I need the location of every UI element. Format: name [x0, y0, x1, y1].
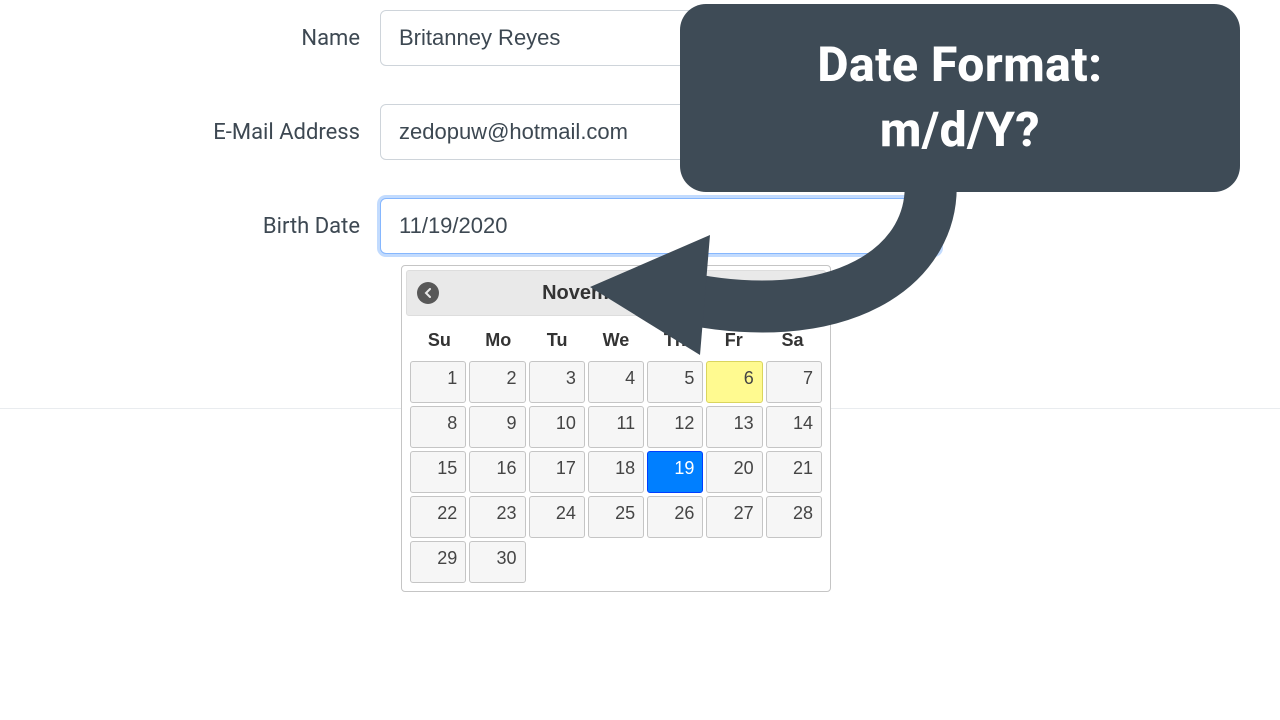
birth-date-input[interactable] — [380, 198, 940, 254]
datepicker-day[interactable]: 5 — [647, 361, 703, 403]
datepicker-weekdays: SuMoTuWeThFrSa — [406, 316, 826, 361]
datepicker-weekday: Sa — [763, 326, 822, 355]
label-email: E-Mail Address — [180, 120, 360, 145]
row-birth-date: Birth Date — [180, 198, 940, 254]
datepicker-day[interactable]: 2 — [469, 361, 525, 403]
page-root: Name E-Mail Address Birth Date November … — [0, 0, 1280, 720]
callout-line-2: m/d/Y? — [880, 98, 1040, 163]
datepicker-month-title: November 2020 — [542, 282, 690, 305]
datepicker-prev-button[interactable] — [417, 282, 439, 304]
datepicker-day[interactable]: 12 — [647, 406, 703, 448]
datepicker-day[interactable]: 3 — [529, 361, 585, 403]
datepicker-day[interactable]: 27 — [706, 496, 762, 538]
label-birth-date: Birth Date — [180, 214, 360, 239]
chevron-left-icon — [423, 288, 433, 298]
callout-line-1: Date Format: — [817, 33, 1102, 98]
datepicker-weekday: Su — [410, 326, 469, 355]
datepicker-day[interactable]: 1 — [410, 361, 466, 403]
datepicker-next-button[interactable] — [793, 282, 815, 304]
datepicker-day[interactable]: 15 — [410, 451, 466, 493]
datepicker-day[interactable]: 20 — [706, 451, 762, 493]
datepicker-weekday: Tu — [528, 326, 587, 355]
label-name: Name — [180, 26, 360, 51]
datepicker-day[interactable]: 6 — [706, 361, 762, 403]
datepicker-weekday: We — [587, 326, 646, 355]
datepicker-days-grid: 1234567891011121314151617181920212223242… — [406, 361, 826, 585]
datepicker-weekday: Fr — [704, 326, 763, 355]
datepicker-day[interactable]: 24 — [529, 496, 585, 538]
datepicker-day[interactable]: 9 — [469, 406, 525, 448]
datepicker-day[interactable]: 13 — [706, 406, 762, 448]
datepicker-day[interactable]: 14 — [766, 406, 822, 448]
datepicker-day[interactable]: 29 — [410, 541, 466, 583]
datepicker-day[interactable]: 23 — [469, 496, 525, 538]
annotation-callout: Date Format: m/d/Y? — [680, 4, 1240, 192]
datepicker-day[interactable]: 22 — [410, 496, 466, 538]
chevron-right-icon — [799, 288, 809, 298]
datepicker-day[interactable]: 18 — [588, 451, 644, 493]
datepicker-day[interactable]: 7 — [766, 361, 822, 403]
datepicker-day[interactable]: 17 — [529, 451, 585, 493]
datepicker-day[interactable]: 8 — [410, 406, 466, 448]
datepicker: November 2020 SuMoTuWeThFrSa 12345678910… — [401, 265, 831, 592]
datepicker-day[interactable]: 19 — [647, 451, 703, 493]
datepicker-weekday: Mo — [469, 326, 528, 355]
datepicker-day[interactable]: 25 — [588, 496, 644, 538]
datepicker-day[interactable]: 30 — [469, 541, 525, 583]
datepicker-weekday: Th — [645, 326, 704, 355]
datepicker-day[interactable]: 28 — [766, 496, 822, 538]
datepicker-day[interactable]: 10 — [529, 406, 585, 448]
datepicker-day[interactable]: 26 — [647, 496, 703, 538]
datepicker-day[interactable]: 11 — [588, 406, 644, 448]
datepicker-day[interactable]: 4 — [588, 361, 644, 403]
datepicker-header: November 2020 — [406, 270, 826, 316]
datepicker-day[interactable]: 21 — [766, 451, 822, 493]
datepicker-day[interactable]: 16 — [469, 451, 525, 493]
